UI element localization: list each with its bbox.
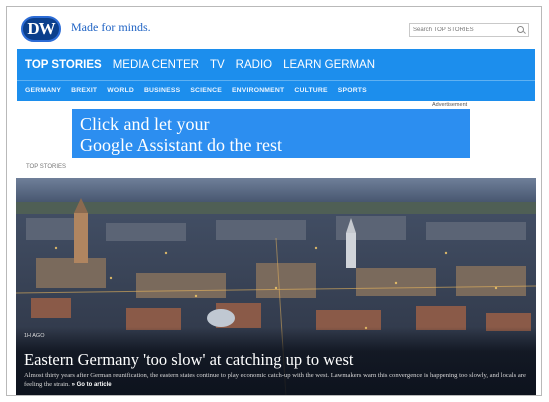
search-input[interactable] [410, 24, 514, 36]
nav-item-learn-german[interactable]: LEARN GERMAN [283, 59, 375, 71]
subnav-item-culture[interactable]: CULTURE [294, 87, 327, 94]
go-to-article-link[interactable]: Go to article [77, 382, 112, 388]
secondary-nav: GERMANY BREXIT WORLD BUSINESS SCIENCE EN… [25, 87, 367, 94]
nav-item-tv[interactable]: TV [210, 59, 225, 71]
nav-item-radio[interactable]: RADIO [236, 59, 272, 71]
site-header: DW Made for minds. [7, 7, 541, 49]
advertisement-banner[interactable]: Click and let your Google Assistant do t… [72, 109, 470, 158]
browser-page: DW Made for minds. TOP STORIES MEDIA CEN… [6, 6, 542, 396]
ad-headline-line-1: Click and let your [80, 114, 210, 134]
subnav-item-sports[interactable]: SPORTS [338, 87, 367, 94]
article-teaser: Almost thirty years after German reunifi… [24, 371, 529, 390]
dw-logo[interactable]: DW [21, 16, 61, 42]
search-box[interactable] [409, 23, 529, 37]
arrow-icon: » [71, 382, 75, 388]
nav-item-media-center[interactable]: MEDIA CENTER [113, 59, 199, 71]
primary-nav: TOP STORIES MEDIA CENTER TV RADIO LEARN … [25, 59, 375, 71]
search-icon[interactable] [517, 26, 524, 33]
subnav-item-business[interactable]: BUSINESS [144, 87, 180, 94]
nav-item-top-stories[interactable]: TOP STORIES [25, 59, 102, 71]
nav-divider [17, 80, 535, 81]
section-label: TOP STORIES [26, 164, 67, 170]
site-tagline: Made for minds. [71, 20, 151, 34]
subnav-item-brexit[interactable]: BREXIT [71, 87, 97, 94]
ad-headline-line-2: Google Assistant do the rest [80, 135, 282, 155]
subnav-item-science[interactable]: SCIENCE [190, 87, 222, 94]
subnav-item-germany[interactable]: GERMANY [25, 87, 61, 94]
subnav-item-world[interactable]: WORLD [107, 87, 134, 94]
article-timestamp: 1H AGO [24, 333, 45, 339]
article-headline[interactable]: Eastern Germany 'too slow' at catching u… [24, 350, 353, 370]
advertisement-label: Advertisement [432, 102, 468, 108]
hero-article[interactable]: 1H AGO Eastern Germany 'too slow' at cat… [16, 178, 536, 395]
subnav-item-environment[interactable]: ENVIRONMENT [232, 87, 284, 94]
main-navigation: TOP STORIES MEDIA CENTER TV RADIO LEARN … [17, 49, 535, 101]
